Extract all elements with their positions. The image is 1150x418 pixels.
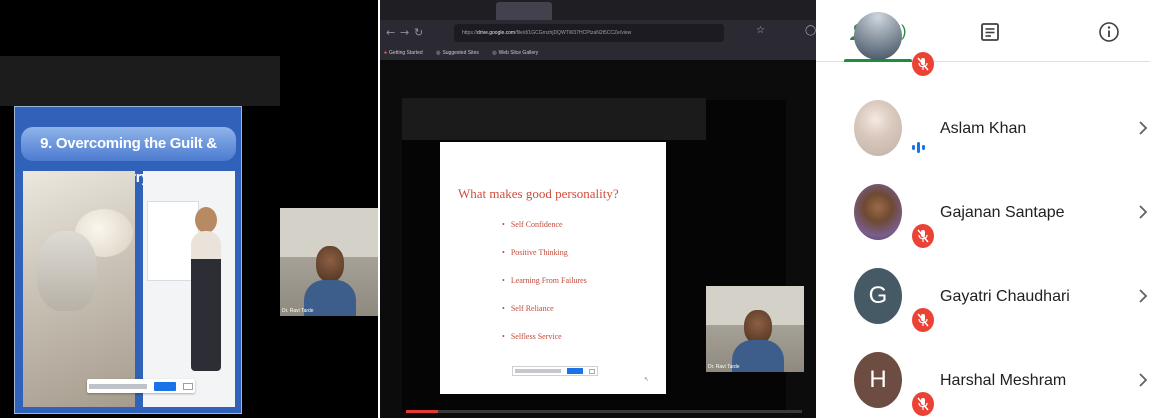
participant-name: Aslam Khan xyxy=(940,120,1027,137)
mouse-cursor-icon: ↖ xyxy=(644,376,650,383)
slide-bullet: Self Reliance xyxy=(502,304,587,332)
avatar: H xyxy=(854,352,902,408)
video-tile-left: 9. Overcoming the Guilt & Worry Dr. Ravi… xyxy=(0,0,378,418)
hide-button[interactable] xyxy=(589,368,595,374)
stop-sharing-button[interactable] xyxy=(154,381,176,391)
browser-tab[interactable] xyxy=(558,2,678,20)
url-path: /file/d/1GCGrnzhjDQWTW37HCPtzaN2t5CCZe/v… xyxy=(515,30,632,36)
firefox-icon: ● xyxy=(384,50,388,56)
presentation-slide: What makes good personality? Self Confid… xyxy=(440,142,666,394)
mic-off-icon xyxy=(912,392,934,416)
camera-name-label: Dr. Ravi Tarde xyxy=(708,364,740,370)
slide-bullet: Positive Thinking xyxy=(502,248,587,276)
participant-name: Gayatri Chaudhari xyxy=(940,288,1070,305)
chevron-right-icon[interactable] xyxy=(1138,204,1148,220)
chevron-right-icon[interactable] xyxy=(1138,372,1148,388)
avatar xyxy=(854,12,902,60)
avatar xyxy=(854,100,902,156)
participant-row[interactable]: H Harshal Meshram xyxy=(816,342,1150,418)
browser-tab-bar xyxy=(380,0,816,20)
video-progress-bar[interactable] xyxy=(406,410,802,413)
participant-row[interactable] xyxy=(816,0,1150,76)
speaking-indicator-icon xyxy=(912,142,925,153)
bookmark-item[interactable]: ● Getting Started xyxy=(384,50,429,56)
url-prefix: https:// xyxy=(462,30,478,36)
globe-icon: ◎ xyxy=(436,50,441,56)
participant-name: Harshal Meshram xyxy=(940,372,1067,389)
participants-panel: (45) Aslam xyxy=(816,0,1150,418)
stop-sharing-button[interactable] xyxy=(567,368,583,374)
hide-button[interactable] xyxy=(183,382,193,390)
mic-off-icon xyxy=(912,308,934,332)
browser-tab-active[interactable] xyxy=(496,2,552,20)
bookmark-star-icon[interactable]: ☆ xyxy=(756,25,765,36)
drive-viewer: What makes good personality? Self Confid… xyxy=(380,60,816,418)
participant-row[interactable]: G Gayatri Chaudhari xyxy=(816,258,1150,342)
slide-title: 9. Overcoming the Guilt & Worry xyxy=(21,127,236,186)
participant-name: Gajanan Santape xyxy=(940,204,1065,221)
bookmarks-bar: ● Getting Started ◎ Suggested Sites ◎ Web S… xyxy=(380,46,816,60)
back-icon[interactable]: ← xyxy=(386,26,395,39)
video-tile-browser-share: ← → ↻ https://drive.google.com/file/d/1G… xyxy=(380,0,816,418)
camera-name-label: Dr. Ravi Tarde xyxy=(282,308,314,314)
camera-thumbnail: Dr. Ravi Tarde xyxy=(706,286,804,372)
mic-off-icon xyxy=(912,224,934,248)
url-domain: drive.google.com xyxy=(477,30,516,36)
slide-photo-child xyxy=(23,171,135,407)
shield-icon[interactable]: ◯ xyxy=(805,25,816,36)
slide-title: What makes good personality? xyxy=(458,186,619,201)
browser-tab[interactable] xyxy=(380,2,490,20)
screen-share-bar xyxy=(87,379,195,393)
mic-off-icon xyxy=(912,52,934,76)
progress-fill xyxy=(406,410,438,413)
screen-share-bar xyxy=(512,366,598,376)
participant-row[interactable]: Gajanan Santape xyxy=(816,174,1150,258)
bookmark-item[interactable]: ◎ Suggested Sites xyxy=(436,50,485,56)
slide-bullet: Selfless Service xyxy=(502,332,587,360)
slide-bullet: Self Confidence xyxy=(502,220,587,248)
address-bar[interactable]: https://drive.google.com/file/d/1GCGrnzh… xyxy=(454,24,724,42)
camera-thumbnail: Dr. Ravi Tarde xyxy=(280,208,378,316)
presentation-slide: 9. Overcoming the Guilt & Worry xyxy=(14,106,242,414)
slide-photo-man xyxy=(143,171,235,407)
avatar xyxy=(854,184,902,240)
globe-icon: ◎ xyxy=(492,50,497,56)
avatar: G xyxy=(854,268,902,324)
forward-icon[interactable]: → xyxy=(400,26,409,39)
browser-toolbar: ← → ↻ https://drive.google.com/file/d/1G… xyxy=(380,20,816,46)
reload-icon[interactable]: ↻ xyxy=(414,26,423,39)
top-band xyxy=(0,56,280,106)
slide-bullet: Learning From Failures xyxy=(502,276,587,304)
slide-bullet-list: Self Confidence Positive Thinking Learni… xyxy=(502,220,587,360)
participant-row[interactable]: Aslam Khan xyxy=(816,90,1150,174)
bookmark-item[interactable]: ◎ Web Slice Gallery xyxy=(492,50,544,56)
chevron-right-icon[interactable] xyxy=(1138,120,1148,136)
chevron-right-icon[interactable] xyxy=(1138,288,1148,304)
